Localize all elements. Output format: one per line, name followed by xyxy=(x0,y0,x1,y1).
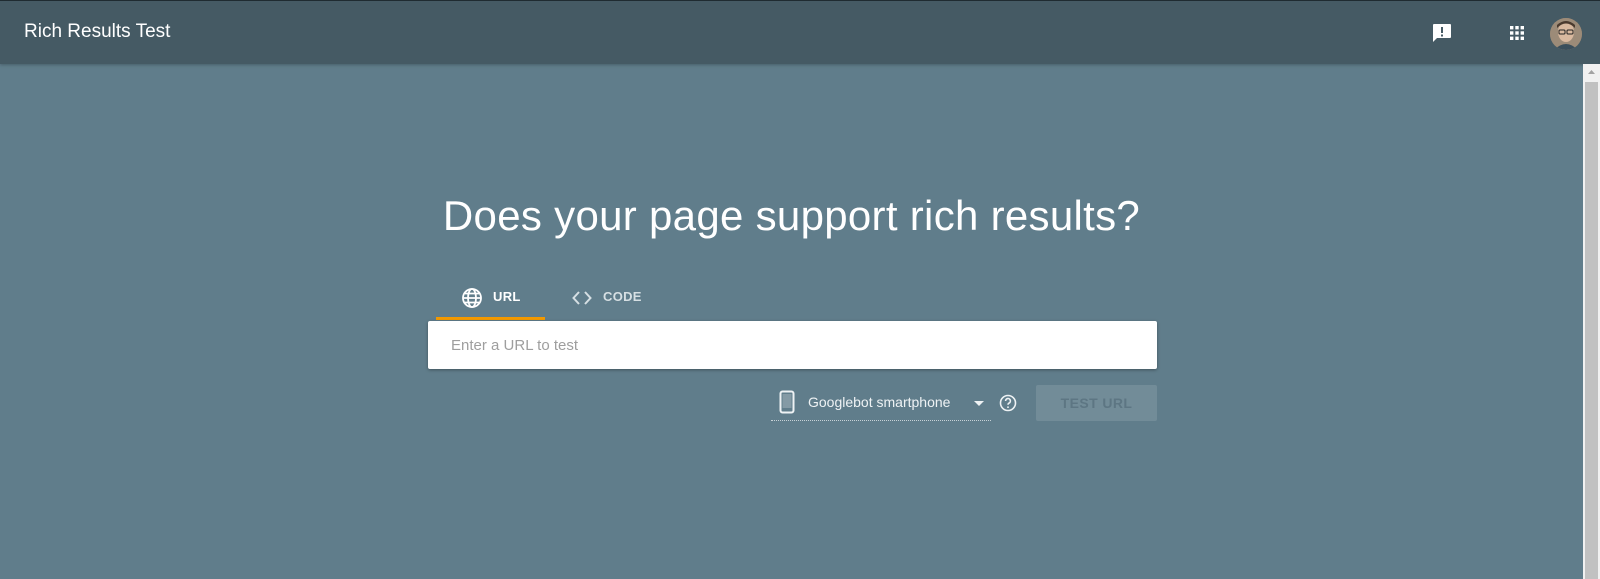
vertical-scrollbar[interactable] xyxy=(1583,64,1600,579)
globe-icon xyxy=(460,286,484,310)
active-tab-indicator xyxy=(436,317,545,320)
apps-grid-icon[interactable] xyxy=(1505,21,1529,45)
url-input-box xyxy=(428,321,1157,369)
url-input[interactable] xyxy=(428,321,1157,369)
chevron-down-icon xyxy=(974,401,984,406)
feedback-icon[interactable] xyxy=(1430,21,1454,45)
page-headline: Does your page support rich results? xyxy=(442,192,1141,239)
user-avatar[interactable] xyxy=(1550,18,1582,50)
tab-code-label: CODE xyxy=(603,289,642,304)
code-icon xyxy=(570,286,594,310)
top-app-bar: Rich Results Test xyxy=(0,0,1600,64)
scroll-up-arrow-icon[interactable] xyxy=(1583,64,1600,81)
app-title[interactable]: Rich Results Test xyxy=(24,21,170,43)
device-select[interactable]: Googlebot smartphone xyxy=(771,386,991,421)
tab-url-label: URL xyxy=(493,289,521,304)
scrollbar-thumb[interactable] xyxy=(1585,82,1598,579)
tab-url[interactable]: URL xyxy=(436,278,545,320)
help-circle-icon[interactable] xyxy=(998,393,1018,413)
tab-code[interactable]: CODE xyxy=(565,278,665,320)
test-url-button[interactable]: TEST URL xyxy=(1036,385,1157,421)
device-select-value: Googlebot smartphone xyxy=(808,394,951,410)
smartphone-icon xyxy=(779,390,795,414)
